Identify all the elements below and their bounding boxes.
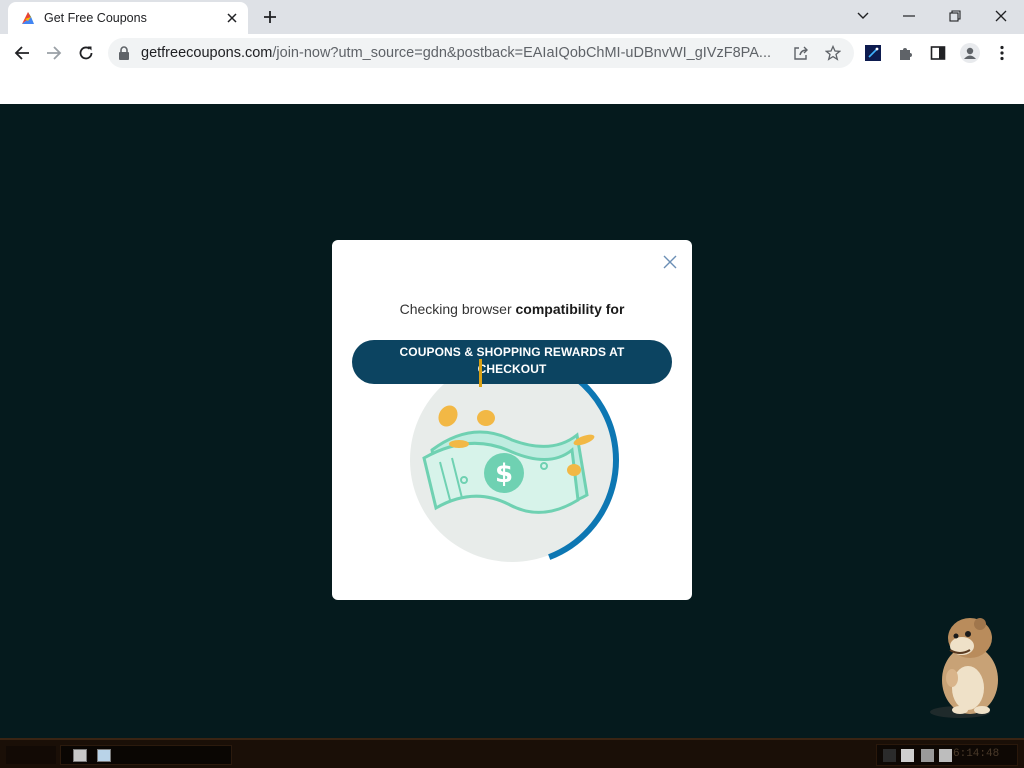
extensions-menu-button[interactable] [895, 42, 917, 64]
browser-toolbar: getfreecoupons.com/join-now?utm_source=g… [0, 34, 1024, 72]
desktop-icon[interactable] [73, 749, 87, 762]
forward-button[interactable] [41, 40, 67, 66]
money-icon: $ [422, 430, 589, 514]
reload-button[interactable] [73, 40, 99, 66]
start-button[interactable] [6, 746, 56, 764]
page-header-strip [0, 72, 1024, 104]
tab-get-free-coupons[interactable]: Get Free Coupons [8, 2, 248, 34]
svg-text:$: $ [495, 459, 513, 489]
hamster-icon [930, 618, 998, 718]
profile-icon [960, 43, 980, 63]
share-icon [794, 46, 808, 60]
taskbar-clock[interactable]: 6:14:48 [953, 748, 999, 760]
more-icon [1000, 45, 1004, 61]
url-text[interactable]: getfreecoupons.com/join-now?utm_source=g… [141, 45, 785, 61]
reload-icon [79, 46, 93, 60]
close-icon [995, 10, 1007, 22]
close-icon [227, 13, 237, 23]
forward-icon [47, 46, 62, 60]
tray-security-icon[interactable] [939, 749, 952, 762]
money-illustration: $ [405, 353, 619, 567]
puzzle-icon [900, 48, 912, 60]
url-host: getfreecoupons.com [141, 45, 273, 61]
star-icon [825, 45, 841, 61]
lock-icon [119, 46, 129, 60]
volume-icon[interactable] [901, 749, 914, 762]
new-tab-button[interactable] [258, 5, 282, 29]
minimize-icon [903, 15, 915, 17]
explorer-icon[interactable] [97, 749, 111, 762]
offer-pill: COUPONS & SHOPPING REWARDS AT CHECKOUT [352, 340, 672, 384]
favicon-icon [22, 12, 34, 24]
checking-bold: compatibility for [515, 301, 625, 317]
chevron-down-icon [857, 12, 869, 19]
checking-prefix: Checking browser [399, 301, 516, 317]
system-tray: 6:14:48 [876, 744, 1018, 766]
extension-icon [865, 45, 881, 61]
extension-button[interactable] [862, 42, 884, 64]
browser-menu-button[interactable] [991, 42, 1013, 64]
tab-search-button[interactable] [850, 4, 876, 28]
tab-strip: Get Free Coupons [0, 0, 1024, 34]
text-cursor [479, 359, 482, 387]
back-button[interactable] [9, 40, 35, 66]
tray-network-icon[interactable] [883, 749, 896, 762]
tray-app-icon[interactable] [921, 749, 934, 762]
url-path: /join-now?utm_source=gdn&postback=EAIaIQ… [272, 45, 772, 61]
tab-close-button[interactable] [222, 8, 242, 28]
back-icon [14, 46, 29, 60]
side-panel-button[interactable] [927, 42, 949, 64]
sidepanel-icon [930, 46, 946, 60]
quick-launch-bar [60, 745, 232, 765]
restore-button[interactable] [942, 4, 968, 28]
plus-icon [264, 11, 276, 23]
bookmark-button[interactable] [823, 43, 843, 63]
checking-message: Checking browser compatibility for [332, 301, 692, 317]
minimize-button[interactable] [896, 4, 922, 28]
tab-title: Get Free Coupons [44, 11, 147, 25]
address-bar[interactable]: getfreecoupons.com/join-now?utm_source=g… [108, 38, 854, 68]
profile-button[interactable] [959, 42, 981, 64]
close-icon [663, 255, 677, 269]
compatibility-modal: Checking browser compatibility for $ COU… [332, 240, 692, 600]
share-button[interactable] [791, 43, 811, 63]
restore-icon [949, 10, 961, 22]
os-taskbar: 6:14:48 [0, 738, 1024, 768]
modal-close-button[interactable] [660, 252, 680, 272]
close-window-button[interactable] [988, 4, 1014, 28]
